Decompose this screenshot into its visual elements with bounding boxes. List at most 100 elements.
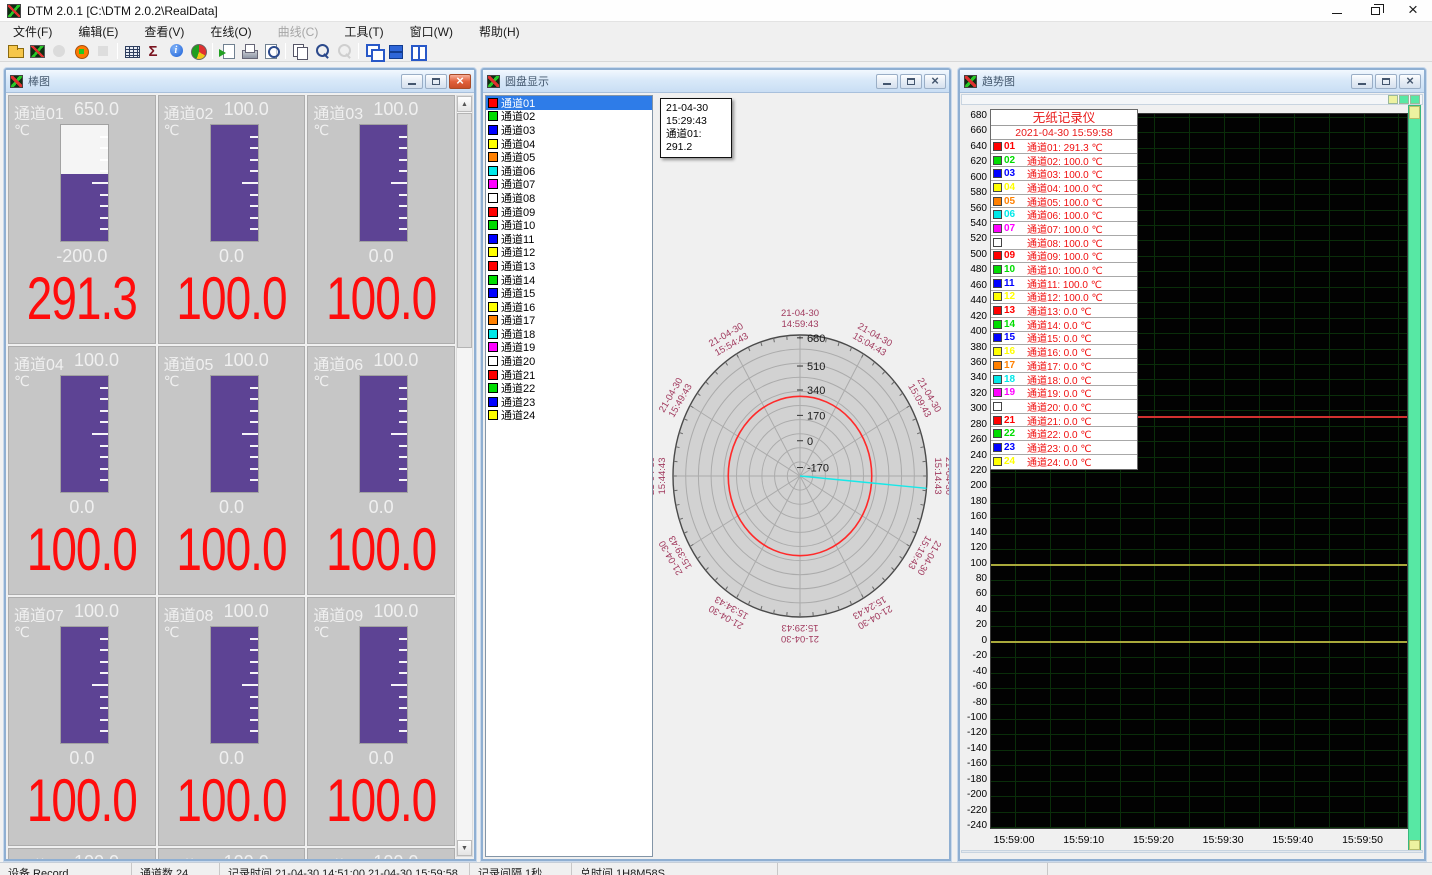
trend-window-maximize-button[interactable] (1375, 74, 1397, 89)
disc-window-titlebar[interactable]: 圆盘显示 (483, 70, 949, 92)
statistics-sum-icon (146, 43, 163, 59)
menu-item[interactable]: 编辑(E) (65, 21, 131, 42)
menu-item[interactable]: 文件(F) (0, 21, 65, 42)
legend-color-swatch (993, 347, 1002, 356)
app-minimize-button[interactable] (1318, 0, 1356, 22)
minimize-icon (408, 83, 416, 85)
grid-line-vertical (1189, 114, 1190, 828)
data-table-button[interactable] (121, 42, 143, 61)
export-button[interactable] (216, 42, 238, 61)
menu-item[interactable]: 在线(O) (197, 21, 264, 42)
legend-channel-number: 02 (1004, 155, 1021, 166)
cascade-windows-button[interactable] (362, 42, 384, 61)
gauge-tick (250, 170, 258, 172)
gauge-tick (100, 136, 108, 138)
print-button[interactable] (238, 42, 260, 61)
menu-bar: 文件(F)编辑(E)查看(V)在线(O)曲线(C)工具(T)窗口(W)帮助(H) (0, 22, 1432, 41)
gauge-tick (399, 638, 407, 640)
app-restore-button[interactable] (1356, 0, 1394, 22)
bar-window-maximize-button[interactable] (425, 74, 447, 89)
channel-color-swatch (488, 125, 498, 135)
open-file-button[interactable] (4, 42, 26, 61)
bar-window-minimize-button[interactable] (401, 74, 423, 89)
y-axis-tick-label: 320 (960, 388, 987, 399)
legend-color-swatch (993, 333, 1002, 342)
y-axis-tick-label: 40 (960, 604, 987, 615)
trend-top-scrollbar[interactable] (961, 94, 1423, 105)
gauge-value: 100.0 (159, 513, 305, 584)
channel-list-item[interactable]: 通道24 (486, 409, 652, 423)
grid-line-horizontal (991, 750, 1407, 751)
menu-item[interactable]: 窗口(W) (397, 21, 466, 42)
gauge-tick (250, 398, 258, 400)
gauge-tick (399, 479, 407, 481)
channel-color-swatch (488, 193, 498, 203)
gauge-channel-label: 通道02 (164, 100, 221, 120)
copy-button[interactable] (289, 42, 311, 61)
gauge-max-value: 100.0 (74, 601, 119, 622)
y-axis-tick-label: 160 (960, 511, 987, 522)
bar-window-close-button[interactable] (449, 74, 471, 89)
gauge-channel-label: 通道11 (164, 853, 221, 859)
bar-window-title: 棒图 (28, 73, 50, 89)
channel-list: 通道01通道02通道03通道04通道05通道06通道07通道08通道09通道10… (485, 95, 653, 857)
legend-color-swatch (993, 375, 1002, 384)
statistics-sum-button[interactable] (143, 42, 165, 61)
scroll-down-button[interactable] (457, 840, 472, 856)
trend-bottom-scrollbar[interactable] (961, 850, 1423, 853)
gauge-max-value: 100.0 (74, 350, 119, 371)
gauge-unit: ℃ (14, 624, 30, 641)
disc-window-maximize-button[interactable] (900, 74, 922, 89)
menu-item[interactable]: 工具(T) (331, 21, 396, 42)
scroll-up-button[interactable] (457, 96, 472, 112)
cascade-windows-icon (365, 43, 382, 59)
y-axis-tick-label: 100 (960, 558, 987, 569)
menu-item[interactable]: 查看(V) (131, 21, 197, 42)
gauge-max-value: 100.0 (373, 601, 418, 622)
zoom-button[interactable] (311, 42, 333, 61)
disc-window-close-button[interactable] (924, 74, 946, 89)
trend-right-scrollbar[interactable] (1408, 105, 1421, 851)
gauge-tick (399, 661, 407, 663)
gauge-value: 100.0 (159, 764, 305, 835)
grid-line-horizontal (991, 626, 1407, 627)
channel-color-swatch (488, 207, 498, 217)
y-axis-tick-label: 120 (960, 542, 987, 553)
scroll-button[interactable] (1409, 840, 1420, 850)
y-axis-tick-label: -140 (960, 743, 987, 754)
gauge-channel-label: 通道06 (313, 351, 370, 371)
grid-line-vertical (1154, 114, 1155, 828)
app-close-button[interactable] (1394, 0, 1432, 22)
menu-item[interactable]: 帮助(H) (466, 21, 533, 42)
legend-color-swatch (993, 388, 1002, 397)
pie-chart-button[interactable] (187, 42, 209, 61)
bar-window-scrollbar[interactable] (456, 95, 473, 857)
grid-line-horizontal (991, 812, 1407, 813)
scrollbar-thumb[interactable] (1409, 106, 1420, 119)
window-icon (10, 75, 23, 88)
trend-window-minimize-button[interactable] (1351, 74, 1373, 89)
x-axis-tick-label: 15:59:30 (1192, 834, 1254, 846)
record-button[interactable] (70, 42, 92, 61)
scrollbar-thumb[interactable] (457, 113, 472, 348)
zoom-out-icon (336, 43, 353, 59)
close-icon (456, 72, 464, 90)
y-axis-tick-label: -160 (960, 758, 987, 769)
disc-window-minimize-button[interactable] (876, 74, 898, 89)
gauge-tick (250, 456, 258, 458)
data-table-icon (125, 46, 140, 58)
scroll-button[interactable] (1410, 95, 1420, 104)
bar-window-titlebar[interactable]: 棒图 (6, 70, 474, 92)
scroll-button[interactable] (1399, 95, 1409, 104)
toolbar-separator (285, 43, 286, 59)
print-preview-button[interactable] (260, 42, 282, 61)
trend-window-titlebar[interactable]: 趋势图 (960, 70, 1424, 92)
tile-horizontal-button[interactable] (384, 42, 406, 61)
gauge-tick (100, 672, 108, 674)
legend-color-swatch (993, 320, 1002, 329)
scroll-button[interactable] (1388, 95, 1398, 104)
info-button[interactable] (165, 42, 187, 61)
tile-vertical-button[interactable] (406, 42, 428, 61)
trend-window-close-button[interactable] (1399, 74, 1421, 89)
realtime-chart-button[interactable] (26, 42, 48, 61)
